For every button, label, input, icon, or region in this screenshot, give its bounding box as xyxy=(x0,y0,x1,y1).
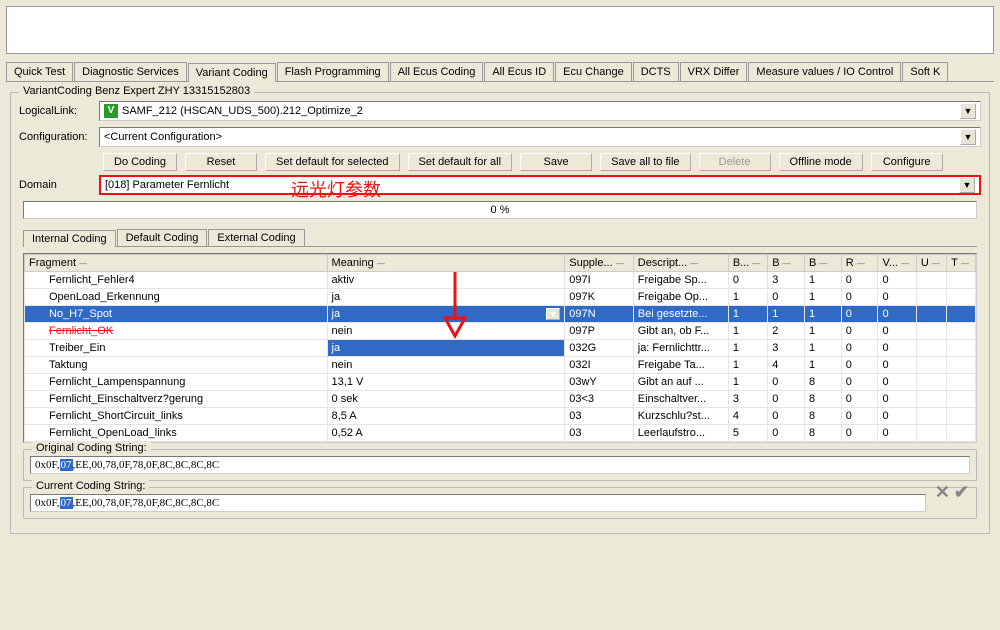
reset-button[interactable]: Reset xyxy=(185,153,257,171)
table-row[interactable]: Treiber_Einja032Gja: Fernlichttr...13100 xyxy=(25,340,976,357)
main-tab[interactable]: Diagnostic Services xyxy=(74,62,187,81)
sub-tab[interactable]: Internal Coding xyxy=(23,230,116,247)
main-tab[interactable]: Ecu Change xyxy=(555,62,632,81)
grid-column-header[interactable]: Supple...— xyxy=(565,255,634,272)
save-all-to-file-button[interactable]: Save all to file xyxy=(600,153,690,171)
main-tab[interactable]: Flash Programming xyxy=(277,62,389,81)
original-coding-value[interactable]: 0x0F,07,EE,00,78,0F,78,0F,8C,8C,8C,8C xyxy=(30,456,970,474)
variant-coding-fieldset: VariantCoding Benz Expert ZHY 1331515280… xyxy=(10,92,990,534)
main-tab[interactable]: Quick Test xyxy=(6,62,73,81)
grid-column-header[interactable]: Fragment— xyxy=(25,255,328,272)
main-tab[interactable]: Variant Coding xyxy=(188,63,276,82)
current-coding-value[interactable]: 0x0F,07,EE,00,78,0F,78,0F,8C,8C,8C,8C xyxy=(30,494,926,512)
main-tab[interactable]: All Ecus Coding xyxy=(390,62,484,81)
table-row[interactable]: Fernlicht_OKnein097PGibt an, ob F...1210… xyxy=(25,323,976,340)
offline-mode-button[interactable]: Offline mode xyxy=(779,153,863,171)
coding-sub-tabs: Internal CodingDefault CodingExternal Co… xyxy=(23,229,977,247)
chevron-down-icon[interactable]: ▼ xyxy=(959,177,975,193)
grid-column-header[interactable]: T— xyxy=(947,255,976,272)
domain-label: Domain xyxy=(19,179,99,191)
set-default-selected-button[interactable]: Set default for selected xyxy=(265,153,400,171)
progress-bar: 0 % xyxy=(23,201,977,219)
main-tab[interactable]: Measure values / IO Control xyxy=(748,62,901,81)
grid-column-header[interactable]: B— xyxy=(768,255,805,272)
top-blank-bar xyxy=(6,6,994,54)
table-row[interactable]: Taktungnein032IFreigabe Ta...14100 xyxy=(25,357,976,374)
grid-column-header[interactable]: B— xyxy=(805,255,842,272)
v-icon: V xyxy=(104,104,118,118)
table-row[interactable]: Fernlicht_Einschaltverz?gerung0 sek03<3E… xyxy=(25,391,976,408)
set-default-all-button[interactable]: Set default for all xyxy=(408,153,513,171)
configuration-dropdown[interactable]: <Current Configuration> ▼ xyxy=(99,127,981,147)
sub-tab[interactable]: Default Coding xyxy=(117,229,208,246)
fieldset-title: VariantCoding Benz Expert ZHY 1331515280… xyxy=(19,85,254,97)
main-tab[interactable]: DCTS xyxy=(633,62,679,81)
chevron-down-icon[interactable]: ▼ xyxy=(960,129,976,145)
current-coding-group: Current Coding String: 0x0F,07,EE,00,78,… xyxy=(23,487,977,519)
delete-button: Delete xyxy=(699,153,771,171)
table-row[interactable]: No_H7_Spotja▼097NBei gesetzte...11100 xyxy=(25,306,976,323)
cancel-icon[interactable]: ✕ xyxy=(935,482,950,503)
save-button[interactable]: Save xyxy=(520,153,592,171)
annotation-arrow-icon xyxy=(442,272,472,340)
original-coding-label: Original Coding String: xyxy=(32,442,151,454)
logical-link-label: LogicalLink: xyxy=(19,105,99,117)
domain-dropdown[interactable]: [018] Parameter Fernlicht 远光灯参数 ▼ xyxy=(99,175,981,195)
main-tab[interactable]: Soft K xyxy=(902,62,948,81)
logical-link-dropdown[interactable]: V SAMF_212 (HSCAN_UDS_500).212_Optimize_… xyxy=(99,101,981,121)
grid-column-header[interactable]: U— xyxy=(916,255,946,272)
grid-column-header[interactable]: Descript...— xyxy=(633,255,728,272)
grid-column-header[interactable]: R— xyxy=(841,255,878,272)
main-tab[interactable]: All Ecus ID xyxy=(484,62,554,81)
do-coding-button[interactable]: Do Coding xyxy=(103,153,177,171)
annotation-text: 远光灯参数 xyxy=(291,176,381,202)
grid-column-header[interactable]: B...— xyxy=(728,255,767,272)
configure-button[interactable]: Configure xyxy=(871,153,943,171)
table-row[interactable]: Fernlicht_OpenLoad_links0,52 A03Leerlauf… xyxy=(25,425,976,442)
original-coding-group: Original Coding String: 0x0F,07,EE,00,78… xyxy=(23,449,977,481)
table-row[interactable]: Fernlicht_ShortCircuit_links8,5 A03Kurzs… xyxy=(25,408,976,425)
apply-icon[interactable]: ✔ xyxy=(954,482,969,503)
configuration-value: <Current Configuration> xyxy=(104,131,222,143)
grid-column-header[interactable]: V...— xyxy=(878,255,916,272)
coding-grid[interactable]: Fragment—Meaning—Supple...—Descript...—B… xyxy=(23,253,977,443)
current-coding-label: Current Coding String: xyxy=(32,480,149,492)
table-row[interactable]: OpenLoad_Erkennungja097KFreigabe Op...10… xyxy=(25,289,976,306)
sub-tab[interactable]: External Coding xyxy=(208,229,304,246)
configuration-label: Configuration: xyxy=(19,131,99,143)
domain-value: [018] Parameter Fernlicht xyxy=(105,179,229,191)
grid-column-header[interactable]: Meaning— xyxy=(327,255,565,272)
table-row[interactable]: Fernlicht_Fehler4aktiv097IFreigabe Sp...… xyxy=(25,272,976,289)
table-row[interactable]: Fernlicht_Lampenspannung13,1 V03wYGibt a… xyxy=(25,374,976,391)
chevron-down-icon[interactable]: ▼ xyxy=(960,103,976,119)
main-tab-strip: Quick TestDiagnostic ServicesVariant Cod… xyxy=(6,60,994,82)
logical-link-value: SAMF_212 (HSCAN_UDS_500).212_Optimize_2 xyxy=(122,105,363,117)
main-tab[interactable]: VRX Differ xyxy=(680,62,748,81)
